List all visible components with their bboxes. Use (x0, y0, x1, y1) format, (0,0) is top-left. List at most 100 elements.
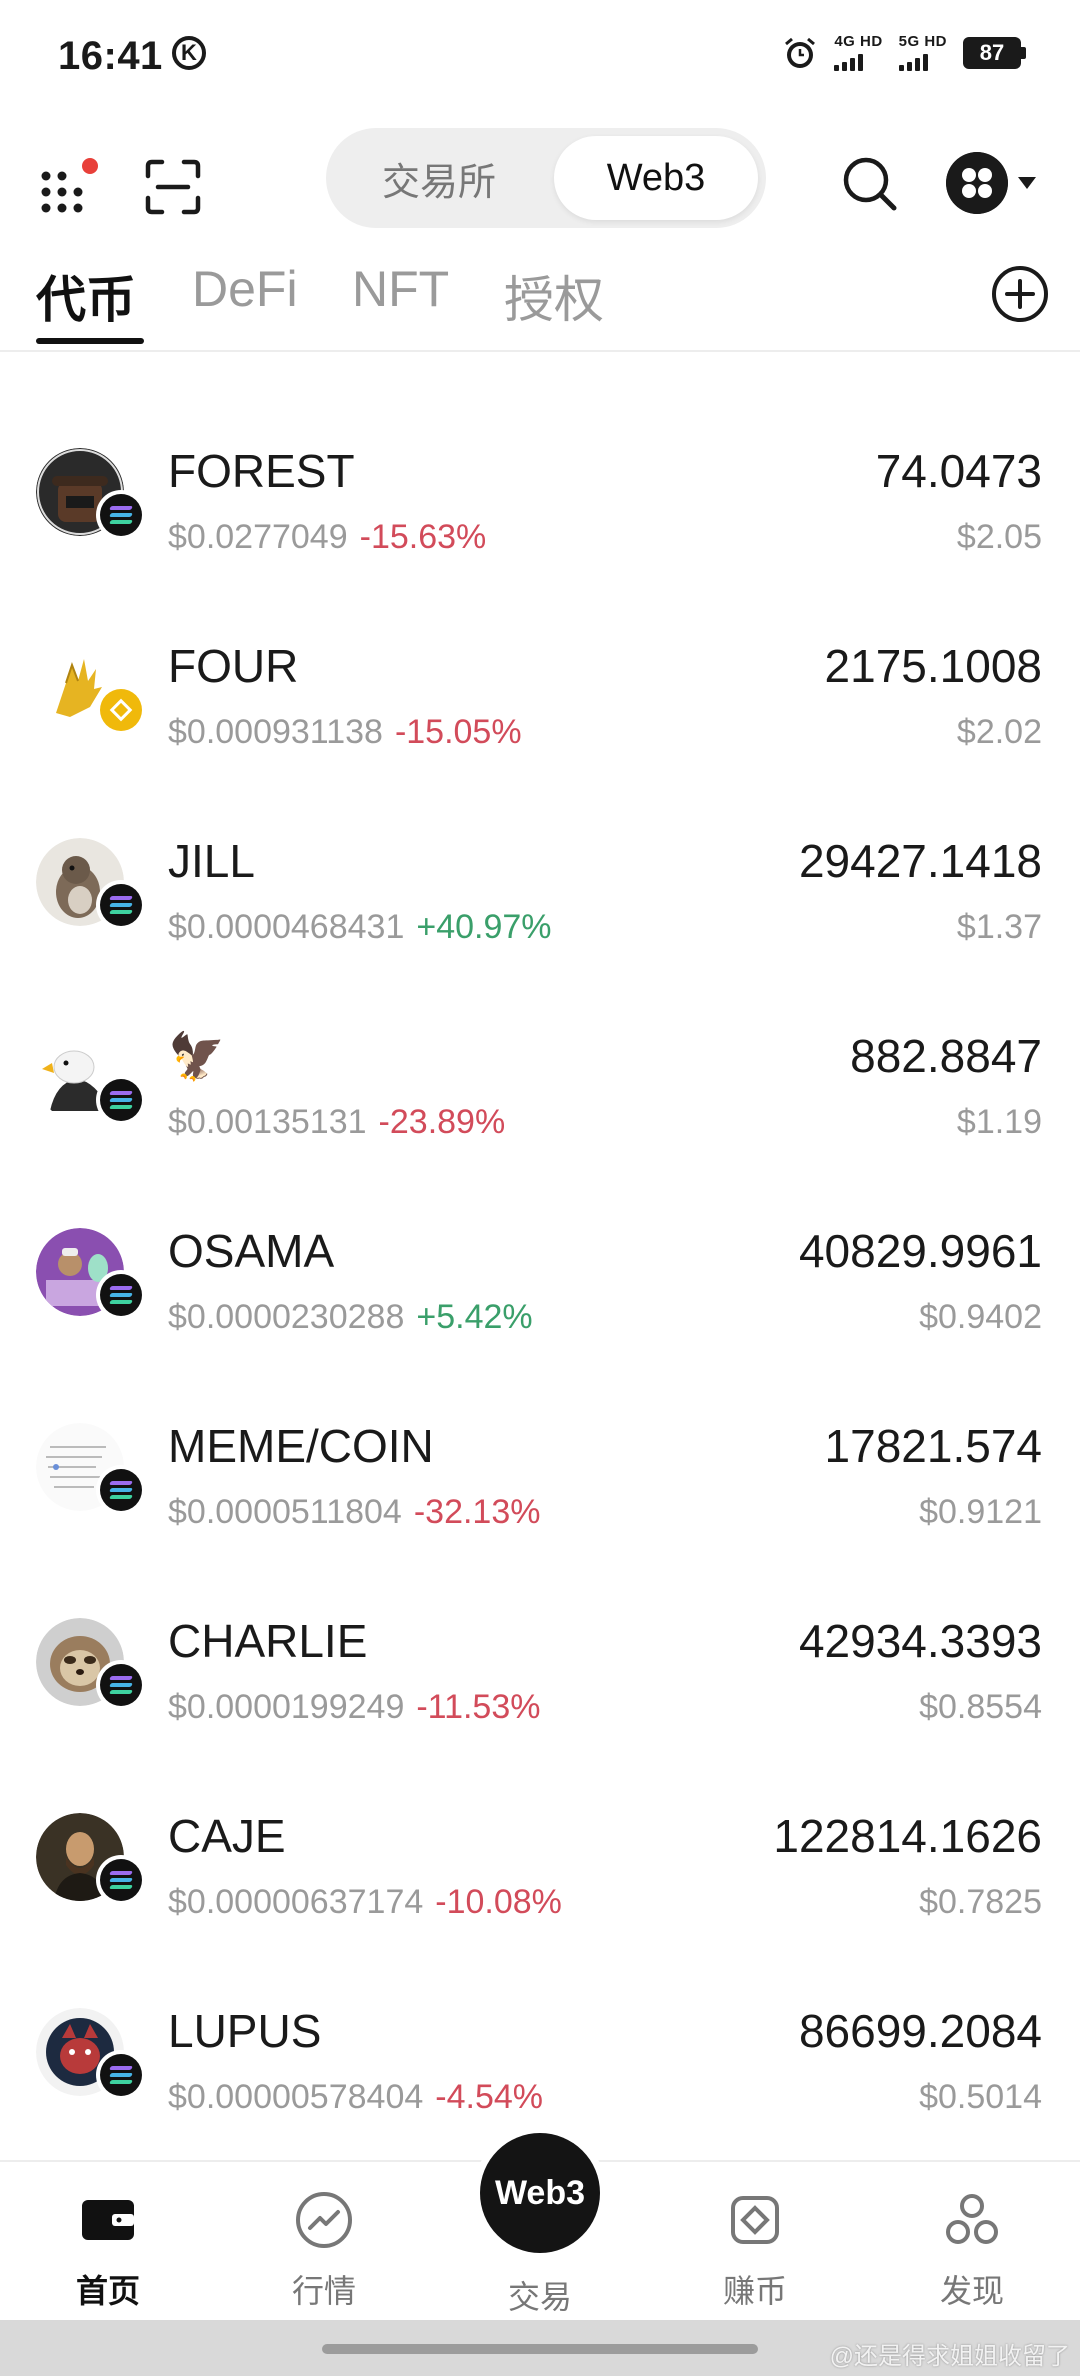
token-change: -10.08% (435, 1883, 562, 1921)
signal-5g: 5G HD (898, 33, 947, 71)
search-icon[interactable] (838, 152, 900, 214)
token-price-value: $0.00000637174 (168, 1883, 424, 1921)
token-name: CAJE (168, 1810, 286, 1862)
token-change: -15.05% (394, 713, 522, 751)
token-price: $0.0000511804 -32.13% (168, 1493, 540, 1532)
token-change: -11.53% (416, 1688, 541, 1726)
nav-trade-label: 交易 (507, 2279, 572, 2315)
token-price-value: $0.0000199249 (168, 1688, 405, 1726)
token-price: $0.000931138 -15.05% (168, 713, 522, 752)
token-usd-value: $2.05 (956, 518, 1042, 556)
active-tab-indicator (36, 338, 144, 344)
token-balance: 882.8847 (850, 1030, 1042, 1082)
token-row-charlie[interactable]: CHARLIE $0.0000199249 -11.53% 42934.3393 … (0, 1568, 1080, 1763)
tab-defi[interactable]: DeFi (192, 260, 298, 318)
token-balance: 42934.3393 (798, 1615, 1042, 1667)
solana-chain-icon (96, 1270, 146, 1320)
token-row-lupus[interactable]: LUPUS $0.00000578404 -4.54% 86699.2084 $0… (0, 1958, 1080, 2153)
solana-chain-icon (96, 1075, 146, 1125)
nav-market-label: 行情 (291, 2273, 356, 2309)
token-price: $0.00135131 -23.89% (168, 1103, 505, 1142)
watermark: @还是得求姐姐收留了 (829, 2343, 1070, 2370)
token-price-value: $0.0000511804 (168, 1493, 402, 1531)
token-row-jill[interactable]: JILL $0.0000468431 +40.97% 29427.1418 $1.… (0, 788, 1080, 983)
solana-chain-icon (96, 2050, 146, 2100)
token-row-meme-coin[interactable]: MEME/COIN $0.0000511804 -32.13% 17821.574… (0, 1373, 1080, 1568)
battery-level: 87 (963, 36, 1021, 69)
token-change: -15.63% (359, 518, 487, 556)
token-price-value: $0.0000230288 (168, 1298, 405, 1336)
tab-approvals[interactable]: 授权 (504, 260, 604, 332)
signal-bars-icon (834, 53, 864, 71)
token-balance: 2175.1008 (824, 640, 1042, 692)
token-price-value: $0.00135131 (168, 1103, 367, 1141)
signal-4g-label: 4G HD (834, 33, 883, 50)
wallet-switcher[interactable] (946, 148, 1046, 218)
token-usd-value: $0.9402 (919, 1298, 1042, 1336)
alarm-icon (785, 37, 816, 68)
discover-icon (946, 2194, 998, 2244)
token-row-osama[interactable]: OSAMA $0.0000230288 +5.42% 40829.9961 $0.… (0, 1178, 1080, 1373)
tab-web3[interactable]: Web3 (554, 136, 758, 220)
token-price-value: $0.0277049 (168, 518, 348, 556)
token-change: -4.54% (435, 2078, 543, 2116)
token-price: $0.0000230288 +5.42% (168, 1298, 533, 1337)
token-balance: 86699.2084 (798, 2005, 1042, 2057)
solana-chain-icon (96, 490, 146, 540)
token-price-value: $0.0000468431 (168, 908, 405, 946)
nav-earn[interactable]: 赚币 (680, 2188, 830, 2312)
tab-tokens[interactable]: 代币 (36, 260, 136, 332)
token-change: -23.89% (378, 1103, 506, 1141)
home-indicator[interactable] (322, 2344, 758, 2354)
web3-trade-icon: Web3 (480, 2133, 600, 2253)
tab-nft[interactable]: NFT (352, 260, 449, 318)
nav-home-label: 首页 (75, 2273, 140, 2309)
token-price-value: $0.000931138 (168, 713, 383, 751)
token-row-four[interactable]: FOUR $0.000931138 -15.05% 2175.1008 $2.02 (0, 593, 1080, 788)
nav-market[interactable]: 行情 (249, 2188, 399, 2312)
tab-exchange[interactable]: 交易所 (334, 136, 544, 220)
status-indicators: 4G HD 5G HD 87 (782, 34, 1026, 71)
solana-chain-icon (96, 1465, 146, 1515)
token-balance: 122814.1626 (773, 1810, 1042, 1862)
chevron-down-icon (1018, 177, 1036, 189)
token-price: $0.0000468431 +40.97% (168, 908, 552, 947)
token-price: $0.0000199249 -11.53% (168, 1688, 540, 1727)
nav-trade-button[interactable]: Web3 (473, 2126, 607, 2260)
token-usd-value: $0.8554 (919, 1688, 1042, 1726)
token-usd-value: $1.19 (956, 1103, 1042, 1141)
token-row-forest[interactable]: FOREST $0.0277049 -15.63% 74.0473 $2.05 (0, 398, 1080, 593)
token-change: -32.13% (413, 1493, 541, 1531)
token-usd-value: $2.02 (956, 713, 1042, 751)
token-price: $0.00000637174 -10.08% (168, 1883, 562, 1922)
signal-bars-icon (898, 53, 928, 71)
token-change: +40.97% (416, 908, 552, 946)
token-change: +5.42% (416, 1298, 533, 1336)
token-row-caje[interactable]: CAJE $0.00000637174 -10.08% 122814.1626 $… (0, 1763, 1080, 1958)
token-name: JILL (168, 835, 255, 887)
earn-icon (731, 2196, 779, 2244)
signal-5g-label: 5G HD (898, 33, 947, 50)
token-balance: 29427.1418 (798, 835, 1042, 887)
solana-chain-icon (96, 1855, 146, 1905)
add-token-icon[interactable] (990, 264, 1050, 324)
apps-grid-icon[interactable] (38, 156, 100, 218)
token-name: LUPUS (168, 2005, 322, 2057)
token-balance: 74.0473 (875, 445, 1042, 497)
token-usd-value: $0.7825 (919, 1883, 1042, 1921)
token-list: FOREST $0.0277049 -15.63% 74.0473 $2.05 F… (0, 398, 1080, 2153)
nav-discover-label: 发现 (939, 2273, 1004, 2309)
token-name: OSAMA (168, 1225, 335, 1277)
token-row-eagle[interactable]: 🦅 $0.00135131 -23.89% 882.8847 $1.19 (0, 983, 1080, 1178)
battery-icon: 87 (963, 36, 1026, 69)
scan-icon[interactable] (144, 158, 202, 216)
token-name: FOUR (168, 640, 299, 692)
solana-chain-icon (96, 880, 146, 930)
status-time: 16:41 (58, 34, 163, 78)
nav-discover[interactable]: 发现 (897, 2188, 1047, 2312)
token-balance: 40829.9961 (798, 1225, 1042, 1277)
wallet-icon (82, 2200, 134, 2240)
nav-home[interactable]: 首页 (33, 2188, 183, 2312)
status-bar: 16:41 K 4G HD 5G HD 87 (0, 0, 1080, 110)
exchange-web3-switch: 交易所 Web3 (326, 128, 766, 228)
